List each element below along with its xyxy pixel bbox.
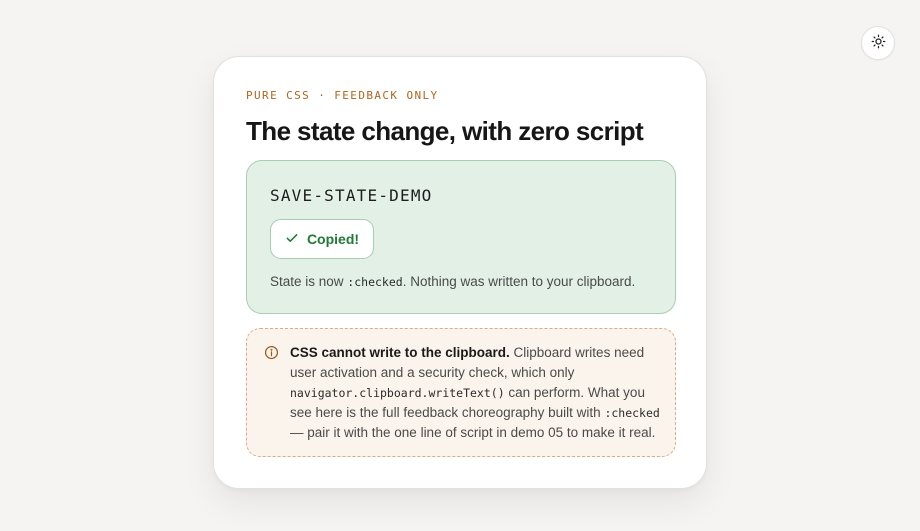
notice-text-3: — pair it with the one line of script in… — [290, 425, 656, 440]
notice-text: CSS cannot write to the clipboard. Clipb… — [290, 343, 666, 443]
notice-code-2: :checked — [604, 406, 660, 420]
save-state-panel: SAVE-STATE-DEMO Copied! State is now :ch… — [246, 160, 676, 314]
state-code: :checked — [347, 275, 403, 289]
demo-key-label: SAVE-STATE-DEMO — [270, 186, 433, 205]
state-suffix: . Nothing was written to your clipboard. — [402, 274, 636, 289]
demo-card: PURE CSS · FEEDBACK ONLY The state chang… — [213, 56, 707, 489]
state-message: State is now :checked. Nothing was writt… — [270, 274, 635, 289]
notice-heading: CSS cannot write to the clipboard. — [290, 345, 510, 360]
clipboard-notice: CSS cannot write to the clipboard. Clipb… — [246, 328, 676, 457]
sun-icon — [871, 34, 886, 52]
copied-button[interactable]: Copied! — [270, 219, 374, 259]
notice-code-1: navigator.clipboard.writeText() — [290, 386, 505, 400]
state-prefix: State is now — [270, 274, 348, 289]
card-title: The state change, with zero script — [246, 116, 644, 146]
eyebrow-label: PURE CSS · FEEDBACK ONLY — [246, 89, 439, 102]
theme-toggle-button[interactable] — [861, 26, 895, 60]
check-icon — [285, 231, 299, 248]
copied-button-label: Copied! — [306, 231, 360, 247]
info-icon — [264, 345, 279, 365]
